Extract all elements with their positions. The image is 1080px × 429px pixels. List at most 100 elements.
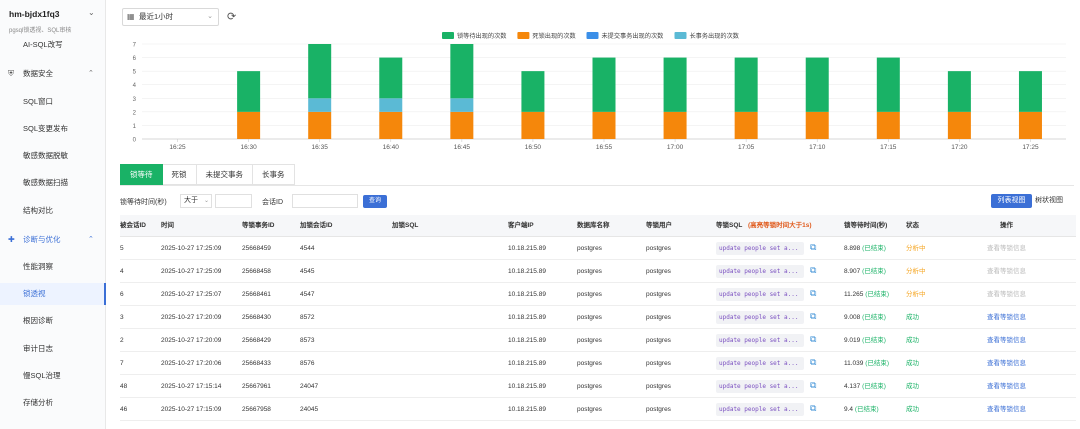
wait-state: (已结束): [862, 245, 886, 252]
tree-view-button[interactable]: 树状视图: [1035, 194, 1075, 208]
operator-value: 大于: [184, 197, 198, 204]
time-range-select[interactable]: ▦ 最近1小时 ⌄: [122, 8, 219, 26]
table-row: 3 2025-10-27 17:20:09 25668430 8572 10.18.21…: [120, 306, 1076, 329]
sidebar-item-13[interactable]: 存储分析: [0, 392, 106, 414]
sidebar-item-label: 敏感数据脱敏: [23, 151, 68, 160]
wait-seconds-value: 9.4: [844, 406, 854, 413]
sidebar-item-2[interactable]: SQL窗口: [0, 91, 106, 113]
col-status: 状态: [906, 222, 919, 229]
chart-svg: 0 1 2 3 4 5 6 7 16:25 16:30 16:35 16:40 16:45 16:50 16…: [133, 32, 1066, 151]
view-lock-info-link[interactable]: 查看等锁信息: [987, 306, 1026, 329]
shield-icon: ⛨: [8, 69, 14, 78]
col-db-name: 数据库名称: [577, 222, 610, 229]
cell-wait-user: postgres: [646, 337, 671, 344]
bar-0-8: [734, 57, 758, 112]
cell-client-ip: 10.18.215.89: [508, 314, 546, 321]
sidebar-item-0[interactable]: AI-SQL改写: [0, 34, 106, 56]
y-tick-label: 6: [133, 56, 137, 62]
col-wait-seconds: 锁等待时间(秒): [844, 222, 888, 229]
copy-icon[interactable]: ⧉: [810, 309, 816, 323]
operator-select[interactable]: 大于 ⌄: [180, 194, 212, 208]
view-lock-info-link[interactable]: 查看等锁信息: [987, 237, 1026, 260]
wait-sql-snippet: update people set a...: [716, 311, 804, 324]
sidebar-item-11[interactable]: 审计日志: [0, 338, 106, 360]
sidebar-item-4[interactable]: 敏感数据脱敏: [0, 145, 106, 167]
tab-3[interactable]: 长事务: [253, 164, 295, 185]
copy-icon[interactable]: ⧉: [810, 286, 816, 300]
chevron-up-icon: ⌃: [88, 236, 94, 243]
wait-time-input[interactable]: [215, 194, 252, 208]
copy-icon[interactable]: ⧉: [810, 355, 816, 369]
copy-icon[interactable]: ⧉: [810, 332, 816, 346]
bar-1-4: [450, 111, 474, 139]
copy-icon[interactable]: ⧉: [810, 240, 816, 254]
chevron-down-icon[interactable]: ⌄: [88, 8, 95, 17]
legend-label-3: 长事务出现的次数: [690, 32, 740, 40]
cell-tx-id: 25668430: [242, 314, 271, 321]
sidebar-item-8[interactable]: 性能洞察: [0, 256, 106, 278]
tab-1[interactable]: 死锁: [162, 164, 197, 185]
bar-0-9: [805, 57, 829, 112]
wait-seconds-value: 8.898: [844, 245, 861, 252]
sidebar-group-1[interactable]: ⛨ 数据安全 ⌃: [0, 63, 106, 85]
sidebar-item-3[interactable]: SQL变更发布: [0, 118, 106, 140]
cell-session-id: 48: [120, 383, 128, 390]
view-lock-info-link[interactable]: 查看等锁信息: [987, 260, 1026, 283]
cell-lock-session-id: 8573: [300, 337, 315, 344]
cell-client-ip: 10.18.215.89: [508, 337, 546, 344]
sidebar-group-7[interactable]: ✚ 诊断与优化 ⌃: [0, 229, 106, 251]
x-tick-label: 17:05: [738, 144, 755, 151]
cell-time: 2025-10-27 17:20:09: [161, 314, 222, 321]
tab-0[interactable]: 锁等待: [120, 164, 163, 185]
query-button[interactable]: 查询: [363, 195, 387, 208]
bar-0-5: [521, 71, 545, 112]
sidebar-item-5[interactable]: 敏感数据扫描: [0, 172, 106, 194]
list-view-button[interactable]: 列表视图: [991, 194, 1032, 208]
sidebar-item-12[interactable]: 慢SQL治理: [0, 365, 106, 387]
sidebar-item-9[interactable]: 锁透视: [0, 283, 106, 305]
session-id-input[interactable]: [292, 194, 358, 208]
legend-label-2: 未提交事务出现的次数: [602, 32, 665, 40]
cell-db-name: postgres: [577, 268, 602, 275]
status-badge: 成功: [906, 314, 919, 321]
sidebar-item-label: 结构对比: [23, 206, 53, 215]
tab-2[interactable]: 未提交事务: [196, 164, 253, 185]
bar-1-9: [805, 111, 829, 139]
wait-state: (已结束): [862, 314, 886, 321]
view-lock-info-link[interactable]: 查看等锁信息: [987, 352, 1026, 375]
bar-1-7: [663, 111, 687, 139]
cell-wait-user: postgres: [646, 291, 671, 298]
sidebar-item-10[interactable]: 根因诊断: [0, 310, 106, 332]
lock-stats-chart: 0 1 2 3 4 5 6 7 16:25 16:30 16:35 16:40 16:45 16:50 16…: [106, 28, 1080, 158]
sidebar-item-6[interactable]: 结构对比: [0, 200, 106, 222]
status-badge: 成功: [906, 360, 919, 367]
col-lock-sql: 加锁SQL: [392, 222, 419, 229]
wait-seconds-value: 11.265: [844, 291, 864, 298]
cell-db-name: postgres: [577, 245, 602, 252]
view-lock-info-link[interactable]: 查看等锁信息: [987, 283, 1026, 306]
wait-seconds-value: 11.039: [844, 360, 864, 367]
wait-seconds: 11.265 (已结束): [844, 283, 889, 306]
instance-title[interactable]: hm-bjdx1fq3: [9, 9, 60, 19]
cell-db-name: postgres: [577, 406, 602, 413]
cell-lock-session-id: 8572: [300, 314, 315, 321]
cell-lock-session-id: 8576: [300, 360, 315, 367]
cell-tx-id: 25668429: [242, 337, 271, 344]
copy-icon[interactable]: ⧉: [810, 263, 816, 277]
col-wait-user: 等锁用户: [646, 222, 672, 229]
view-lock-info-link[interactable]: 查看等锁信息: [987, 329, 1026, 352]
view-lock-info-link[interactable]: 查看等锁信息: [987, 398, 1026, 421]
cell-lock-session-id: 24045: [300, 406, 319, 413]
x-tick-label: 16:40: [383, 144, 400, 151]
cell-lock-session-id: 4547: [300, 291, 315, 298]
cell-time: 2025-10-27 17:25:09: [161, 268, 222, 275]
view-lock-info-link[interactable]: 查看等锁信息: [987, 375, 1026, 398]
time-range-value: 最近1小时: [139, 12, 174, 21]
x-tick-label: 17:10: [809, 144, 826, 151]
y-tick-label: 2: [133, 110, 137, 116]
table-row: 46 2025-10-27 17:15:09 25667958 24045 10.18.…: [120, 398, 1076, 421]
copy-icon[interactable]: ⧉: [810, 401, 816, 415]
refresh-icon[interactable]: ⟳: [227, 8, 236, 26]
bar-0-7: [663, 57, 687, 112]
copy-icon[interactable]: ⧉: [810, 378, 816, 392]
